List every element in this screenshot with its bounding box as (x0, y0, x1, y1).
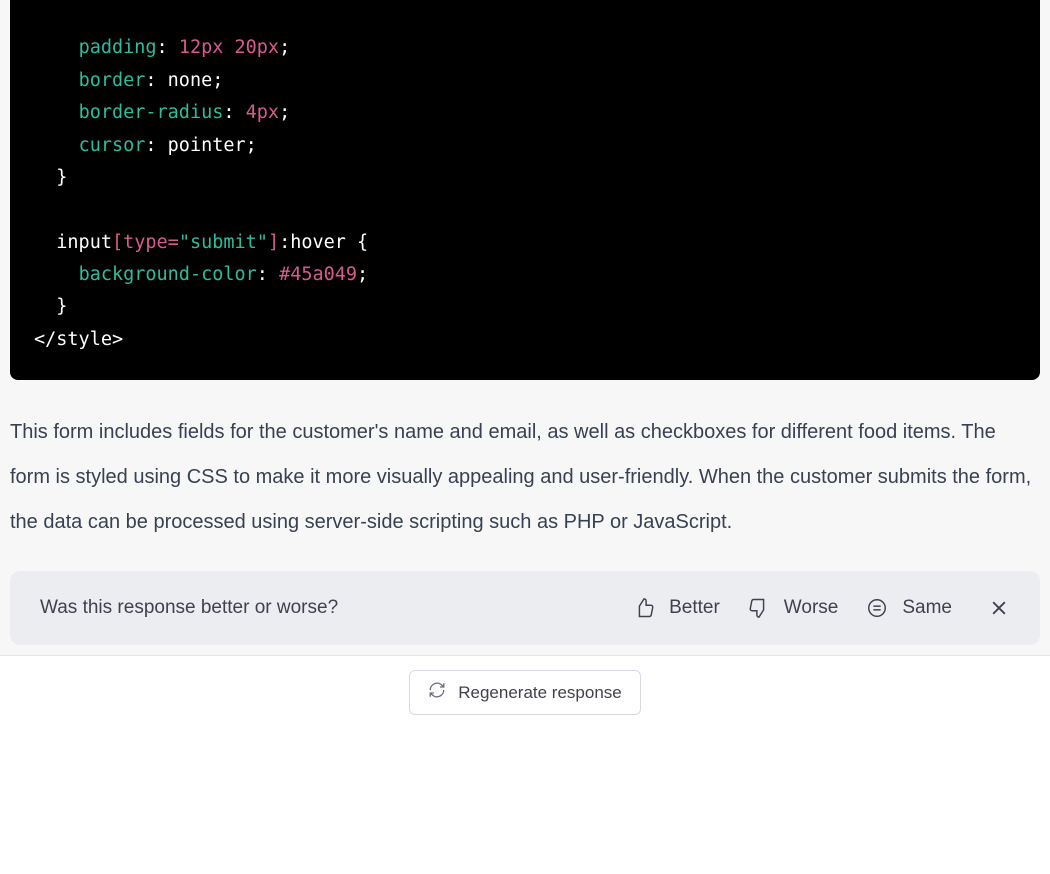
css-prop: padding (79, 37, 157, 58)
feedback-better-label: Better (669, 597, 720, 619)
explanation-text: This form includes fields for the custom… (10, 380, 1040, 553)
equals-icon (866, 597, 888, 619)
regenerate-label: Regenerate response (458, 683, 622, 703)
css-value: none (168, 70, 213, 91)
css-prop: border (79, 70, 146, 91)
css-selector: input (56, 232, 112, 253)
css-value: #45a049 (279, 264, 357, 285)
feedback-worse-label: Worse (784, 597, 839, 619)
feedback-same-button[interactable]: Same (866, 597, 952, 619)
css-prop: border-radius (79, 102, 224, 123)
close-style-tag: </style> (34, 329, 123, 350)
regenerate-icon (428, 681, 446, 704)
feedback-bar: Was this response better or worse? Bette… (10, 571, 1040, 645)
css-value: 12px 20px (179, 37, 279, 58)
css-value: pointer (168, 135, 246, 156)
response-content: padding: 12px 20px; border: none; border… (0, 0, 1050, 656)
feedback-worse-button[interactable]: Worse (748, 597, 839, 619)
thumbs-down-icon (748, 597, 770, 619)
feedback-close-button[interactable] (988, 597, 1010, 619)
brace-close: } (56, 167, 67, 188)
close-icon (988, 597, 1010, 619)
thumbs-up-icon (633, 597, 655, 619)
bottom-toolbar: Regenerate response (0, 656, 1050, 755)
feedback-prompt: Was this response better or worse? (40, 597, 338, 619)
feedback-better-button[interactable]: Better (633, 597, 720, 619)
brace-close: } (56, 296, 67, 317)
css-prop: cursor (79, 135, 146, 156)
feedback-same-label: Same (902, 597, 952, 619)
code-block: padding: 12px 20px; border: none; border… (10, 0, 1040, 380)
css-value: 4px (246, 102, 279, 123)
css-prop: background-color (79, 264, 257, 285)
regenerate-button[interactable]: Regenerate response (409, 670, 641, 715)
